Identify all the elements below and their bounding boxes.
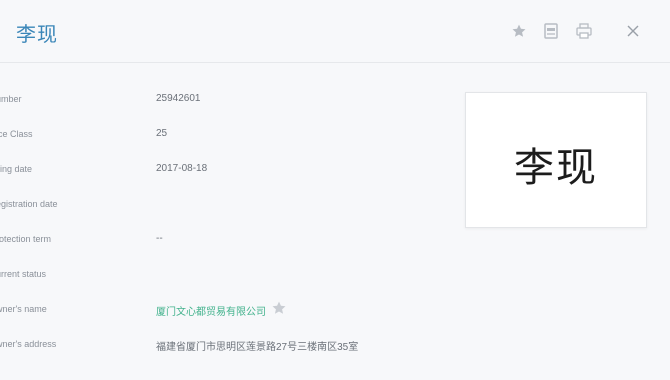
owner-name-link[interactable]: 厦门文心都贸易有限公司 xyxy=(156,303,266,318)
panel-header: 李现 xyxy=(0,0,670,63)
field-label: iling date xyxy=(0,164,33,174)
field-label: ice Class xyxy=(0,129,33,139)
trademark-image: 李现 xyxy=(465,92,647,228)
print-icon[interactable] xyxy=(575,22,593,40)
field-value: 福建省厦门市思明区莲景路27号三楼南区35室 xyxy=(156,342,359,353)
trademark-detail-panel: 李现 mber 25942601 ce Class 25 ing date 20… xyxy=(0,0,670,380)
document-icon[interactable] xyxy=(542,22,560,40)
field-value: -- xyxy=(156,233,163,244)
trademark-image-text: 李现 xyxy=(514,145,598,191)
field-row-owner-address: wner's address 福建省厦门市思明区莲景路27号三楼南区35室 xyxy=(0,337,460,357)
star-icon[interactable] xyxy=(510,22,528,40)
field-row-registration-date: egistration date xyxy=(0,197,460,217)
favorite-star-icon[interactable] xyxy=(271,300,287,316)
field-row-class: ice Class 25 xyxy=(0,127,460,147)
field-value: 2017-08-18 xyxy=(156,163,208,174)
field-value: 25 xyxy=(156,128,168,139)
field-label: wner's address xyxy=(0,339,57,349)
field-row-current-status: urrent status xyxy=(0,267,460,287)
field-label: urrent status xyxy=(0,269,47,279)
field-label: rotection term xyxy=(0,234,52,244)
field-row-number: umber 25942601 xyxy=(0,92,460,112)
field-label: wner's name xyxy=(0,304,47,314)
page-title: 李现 xyxy=(16,24,58,46)
field-value: 25942601 xyxy=(156,93,201,104)
close-icon[interactable] xyxy=(624,22,642,40)
field-row-owner-name: wner's name 厦门文心都贸易有限公司 xyxy=(0,300,460,322)
field-row-protection-term: rotection term -- xyxy=(0,232,460,252)
field-row-filing-date: iling date 2017-08-18 xyxy=(0,162,460,182)
field-label: umber xyxy=(0,94,22,104)
field-label: egistration date xyxy=(0,199,58,209)
